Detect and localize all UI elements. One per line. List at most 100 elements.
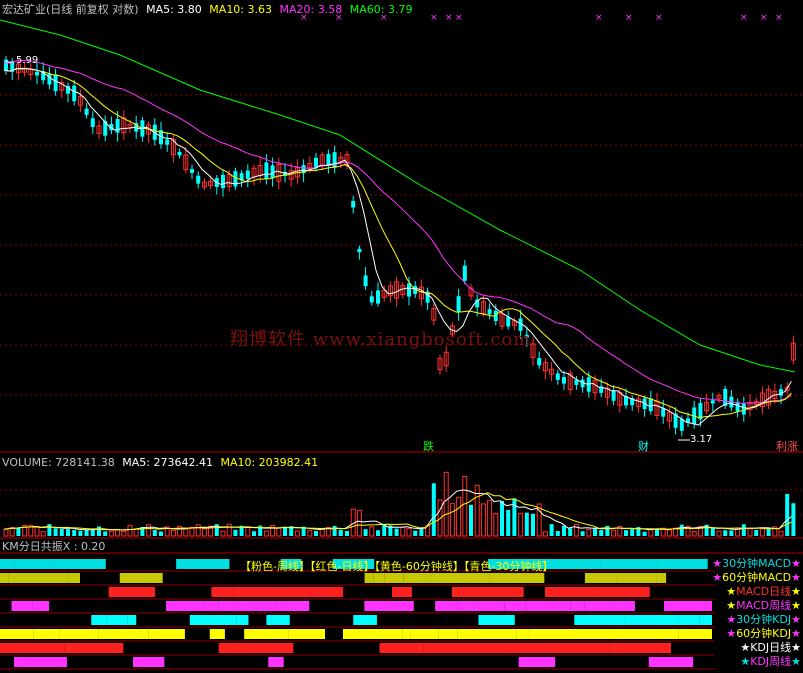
indicator-segment — [342, 629, 403, 639]
indicator-segment — [622, 629, 670, 639]
indicator-segment — [490, 587, 524, 597]
indicator-segment — [59, 629, 99, 639]
volume-bar — [580, 531, 585, 536]
volume-bar — [666, 529, 672, 537]
indicator-segment — [384, 573, 404, 583]
event-marker-lizhang[interactable]: 利涨 — [776, 438, 798, 454]
top-x-marker: × — [445, 13, 453, 23]
volume-bar — [220, 530, 226, 537]
volume-bar — [201, 528, 207, 537]
volume-bar — [127, 524, 133, 537]
volume-bar — [549, 524, 554, 536]
indicator-segment — [282, 587, 344, 597]
candle-body — [53, 74, 58, 92]
side-label-text: 30分钟KDJ — [736, 613, 792, 626]
star-icon: ★ — [791, 557, 801, 570]
indicator-segment — [457, 601, 505, 611]
volume-bar — [115, 528, 121, 537]
indicator-segment — [580, 629, 623, 639]
volume-bar — [462, 476, 468, 537]
side-label-text: KDJ周线 — [750, 655, 792, 668]
top-x-marker: × — [595, 13, 603, 23]
indicator-segment — [204, 601, 219, 611]
star-icon: ★ — [791, 613, 801, 626]
indicator-segment — [0, 573, 9, 583]
volume-bar — [630, 529, 635, 536]
side-label-text: 60分钟KDJ — [736, 627, 792, 640]
candle-body — [723, 388, 728, 406]
side-label-6: ★KDJ日线★ — [740, 642, 801, 654]
volume-bar — [263, 530, 269, 537]
indicator-segment — [218, 601, 276, 611]
indicator-segment — [678, 629, 710, 639]
volume-bar — [791, 503, 796, 536]
candle-body — [462, 265, 467, 281]
volume-bar — [778, 530, 784, 537]
top-x-marker: × — [335, 13, 343, 23]
volume-bar — [84, 529, 89, 536]
candle-body — [332, 152, 337, 168]
side-label-0: ★30分钟MACD★ — [712, 558, 801, 570]
volume-bar — [431, 483, 436, 536]
volume-bar — [369, 526, 375, 537]
indicator-segment — [431, 573, 490, 583]
volume-bar — [506, 509, 511, 536]
top-x-marker: × — [430, 13, 438, 23]
volume-bar — [338, 529, 343, 536]
indicator-segment — [457, 629, 517, 639]
volume-bar — [40, 531, 46, 537]
indicator-segment — [544, 587, 598, 597]
candle-body — [611, 390, 616, 401]
event-marker-die[interactable]: 跌 — [423, 438, 434, 454]
indicator-segment — [98, 629, 149, 639]
star-icon: ★ — [726, 627, 737, 640]
volume-bar — [679, 524, 684, 536]
indicator-segment — [236, 615, 249, 625]
top-x-marker: × — [760, 13, 768, 23]
indicator-segment — [391, 587, 412, 597]
indicator-segment — [268, 657, 284, 667]
indicator-segment — [616, 573, 657, 583]
star-icon: ★ — [791, 585, 801, 598]
top-x-marker: × — [625, 13, 633, 23]
volume-bar — [183, 528, 189, 537]
candle-body — [357, 248, 362, 253]
volume-bar — [419, 527, 424, 536]
event-marker-cai[interactable]: 财 — [638, 438, 649, 454]
volume-bar — [500, 500, 504, 536]
volume-bar — [747, 528, 753, 537]
volume-bar — [394, 528, 399, 536]
candle-body — [369, 296, 374, 303]
indicator-segment — [574, 615, 625, 625]
volume-bar — [78, 530, 83, 536]
volume-bar — [233, 529, 238, 536]
indicator-segment — [609, 643, 671, 653]
indicator-segment — [600, 559, 658, 569]
volume-bar — [226, 523, 232, 537]
indicator-segment — [664, 601, 687, 611]
indicator-segment — [648, 657, 694, 667]
indicator-segment — [438, 629, 458, 639]
volume-bar — [754, 530, 759, 536]
candle-body — [233, 171, 238, 187]
candle-body — [177, 151, 182, 156]
high-price-label: 5.99 — [16, 55, 39, 66]
star-icon: ★ — [726, 613, 737, 626]
indicator-segment — [549, 643, 610, 653]
indicator-segment — [364, 573, 374, 583]
side-label-text: MACD日线 — [736, 585, 792, 598]
candle-body — [351, 201, 356, 208]
indicator-segment — [67, 573, 81, 583]
volume-bars — [3, 471, 796, 537]
indicator-segment — [402, 629, 411, 639]
indicator-segment — [127, 615, 137, 625]
indicator-segment — [244, 629, 289, 639]
indicator-segment — [364, 601, 414, 611]
volume-bar — [642, 531, 647, 536]
indicator-segment — [451, 587, 491, 597]
volume-bar — [716, 530, 722, 537]
indicator-segment — [32, 601, 50, 611]
top-x-marker: × — [655, 13, 663, 23]
candle-body — [407, 283, 411, 297]
volume-bar — [480, 503, 486, 537]
